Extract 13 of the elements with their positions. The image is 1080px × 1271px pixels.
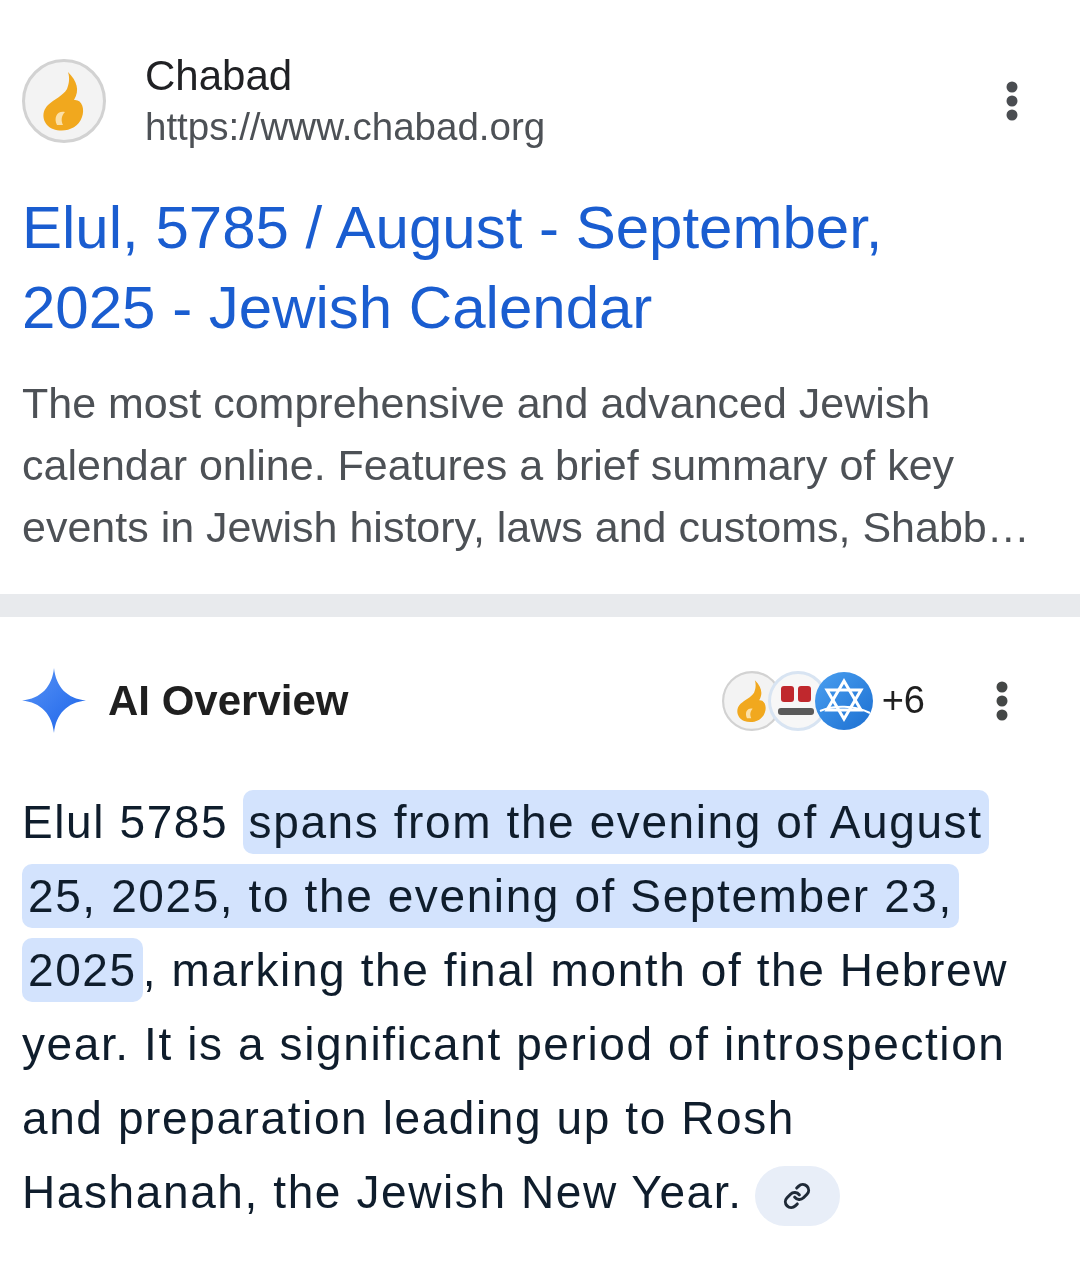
result-title-link[interactable]: Elul, 5785 / August - September, 2025 - Jewish Calendar [22, 188, 982, 348]
result-snippet: The most comprehensive and advanced Jewish calendar online. Features a brief summary of key events in Jewish history, laws and customs, Shabb… [22, 378, 1031, 553]
site-url: https://www.chabad.org [145, 104, 546, 150]
star-of-david-icon [813, 670, 874, 731]
sources-button[interactable]: +6 [721, 670, 925, 731]
more-options-icon[interactable] [996, 680, 1008, 721]
sparkle-icon [22, 668, 86, 733]
overview-text: Elul 5785 spans from the evening of August 25, 2025, to the evening of September 23, 2025, marking the final month of the Hebrew year. It is a significant period of introspection and preparation leading up to Rosh Hashanah, the Jewish New Year. [22, 785, 1038, 1229]
link-icon [783, 1181, 812, 1210]
site-name: Chabad [145, 51, 294, 101]
flame-icon [22, 59, 106, 143]
ai-overview-heading: AI Overview [108, 676, 349, 725]
more-options-icon[interactable] [1006, 81, 1018, 121]
